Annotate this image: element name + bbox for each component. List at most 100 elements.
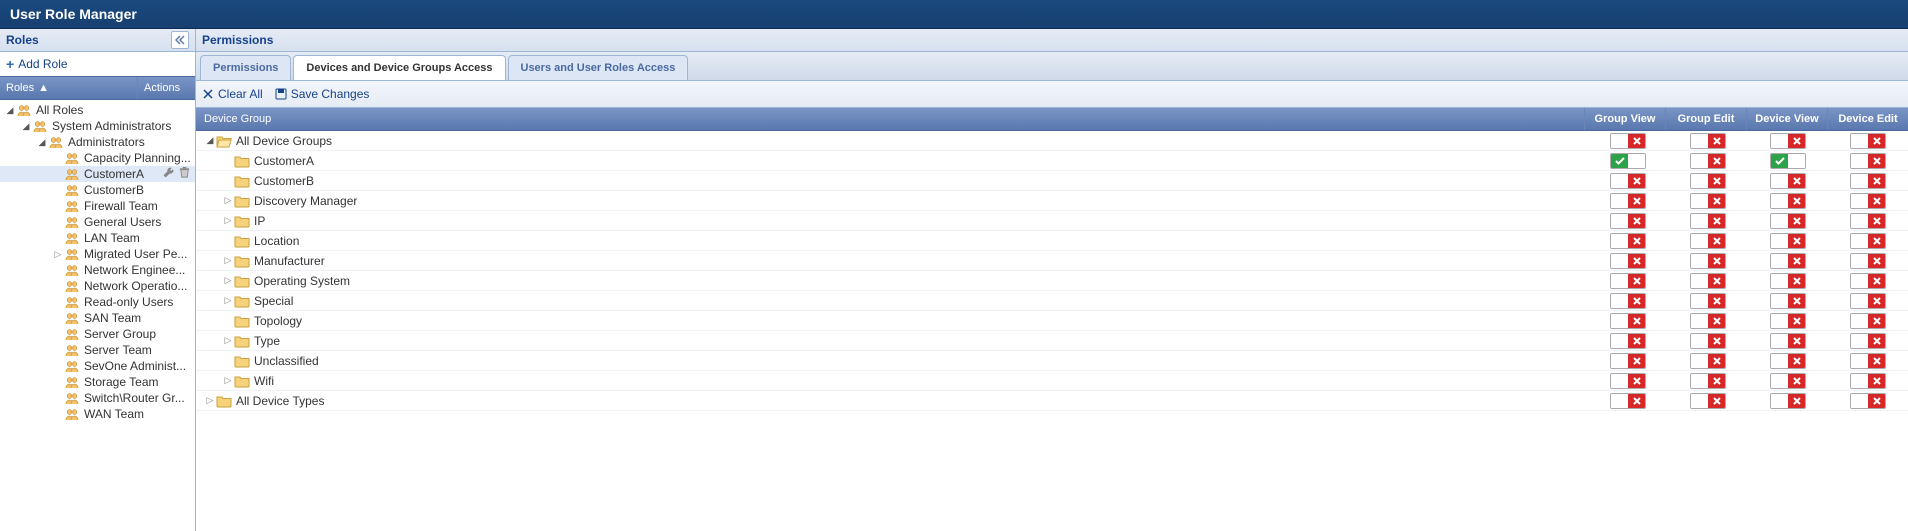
permission-toggle[interactable] (1690, 293, 1726, 309)
permission-toggle[interactable] (1850, 153, 1886, 169)
grid-row[interactable]: Topology (196, 311, 1908, 331)
permission-toggle[interactable] (1610, 173, 1646, 189)
permission-toggle[interactable] (1690, 393, 1726, 409)
permission-toggle[interactable] (1690, 273, 1726, 289)
tab[interactable]: Devices and Device Groups Access (293, 55, 505, 80)
permission-toggle[interactable] (1690, 193, 1726, 209)
role-tree-node[interactable]: Network Operatio... (0, 278, 195, 294)
role-tree-node[interactable]: General Users (0, 214, 195, 230)
permission-toggle[interactable] (1770, 293, 1806, 309)
permission-toggle[interactable] (1690, 313, 1726, 329)
clear-all-button[interactable]: Clear All (202, 87, 263, 101)
permission-toggle[interactable] (1850, 173, 1886, 189)
permission-toggle[interactable] (1610, 253, 1646, 269)
permission-toggle[interactable] (1770, 213, 1806, 229)
grid-col-perm[interactable]: Group Edit (1665, 108, 1746, 130)
grid-row[interactable]: ◢All Device Groups (196, 131, 1908, 151)
permission-toggle[interactable] (1690, 133, 1726, 149)
role-tree-node[interactable]: Server Team (0, 342, 195, 358)
permission-toggle[interactable] (1610, 193, 1646, 209)
permission-toggle[interactable] (1690, 373, 1726, 389)
role-tree-node[interactable]: Server Group (0, 326, 195, 342)
permission-toggle[interactable] (1770, 253, 1806, 269)
grid-col-name[interactable]: Device Group (196, 108, 1584, 130)
role-tree-node[interactable]: Switch\Router Gr... (0, 390, 195, 406)
tree-arrow-icon[interactable]: ▷ (222, 195, 234, 206)
tree-arrow-icon[interactable]: ▷ (222, 375, 234, 386)
grid-row[interactable]: ▷Wifi (196, 371, 1908, 391)
permission-toggle[interactable] (1850, 333, 1886, 349)
role-tree-node[interactable]: Firewall Team (0, 198, 195, 214)
permission-toggle[interactable] (1610, 233, 1646, 249)
permission-toggle[interactable] (1850, 313, 1886, 329)
permission-toggle[interactable] (1770, 273, 1806, 289)
grid-row[interactable]: Location (196, 231, 1908, 251)
permission-toggle[interactable] (1770, 193, 1806, 209)
permission-toggle[interactable] (1690, 353, 1726, 369)
grid-row[interactable]: ▷Manufacturer (196, 251, 1908, 271)
edit-role-button[interactable] (162, 166, 175, 183)
grid-row[interactable]: CustomerA (196, 151, 1908, 171)
tree-arrow-icon[interactable]: ◢ (204, 135, 216, 146)
grid-row[interactable]: Unclassified (196, 351, 1908, 371)
permission-toggle[interactable] (1690, 173, 1726, 189)
permission-toggle[interactable] (1770, 313, 1806, 329)
permission-toggle[interactable] (1850, 273, 1886, 289)
permission-toggle[interactable] (1690, 253, 1726, 269)
permission-toggle[interactable] (1610, 273, 1646, 289)
permission-toggle[interactable] (1770, 233, 1806, 249)
role-tree-node[interactable]: SevOne Administ... (0, 358, 195, 374)
permission-toggle[interactable] (1610, 133, 1646, 149)
grid-row[interactable]: ▷Operating System (196, 271, 1908, 291)
permission-toggle[interactable] (1610, 213, 1646, 229)
role-tree-node[interactable]: CustomerA (0, 166, 195, 182)
delete-role-button[interactable] (178, 166, 191, 183)
role-tree-node[interactable]: ▷Migrated User Pe... (0, 246, 195, 262)
grid-row[interactable]: CustomerB (196, 171, 1908, 191)
permission-toggle[interactable] (1770, 353, 1806, 369)
role-tree-node[interactable]: WAN Team (0, 406, 195, 422)
permission-toggle[interactable] (1850, 213, 1886, 229)
permission-toggle[interactable] (1610, 313, 1646, 329)
role-tree-node[interactable]: ◢System Administrators (0, 118, 195, 134)
permission-toggle[interactable] (1850, 353, 1886, 369)
role-tree-node[interactable]: SAN Team (0, 310, 195, 326)
grid-col-perm[interactable]: Device View (1746, 108, 1827, 130)
permission-toggle[interactable] (1850, 193, 1886, 209)
tree-arrow-icon[interactable]: ▷ (222, 215, 234, 226)
tree-arrow-icon[interactable]: ▷ (222, 255, 234, 266)
permission-toggle[interactable] (1850, 133, 1886, 149)
role-tree-node[interactable]: Network Enginee... (0, 262, 195, 278)
grid-col-perm[interactable]: Group View (1584, 108, 1665, 130)
tree-arrow-icon[interactable]: ▷ (204, 395, 216, 406)
role-tree-node[interactable]: LAN Team (0, 230, 195, 246)
permission-toggle[interactable] (1770, 393, 1806, 409)
collapse-sidebar-button[interactable] (171, 31, 189, 49)
permission-toggle[interactable] (1770, 373, 1806, 389)
tree-arrow-icon[interactable]: ◢ (20, 118, 32, 134)
permission-toggle[interactable] (1610, 353, 1646, 369)
roles-column-header[interactable]: Roles ▲ (0, 77, 137, 99)
permission-toggle[interactable] (1690, 333, 1726, 349)
tab[interactable]: Permissions (200, 55, 291, 80)
permission-toggle[interactable] (1610, 393, 1646, 409)
permission-toggle[interactable] (1610, 293, 1646, 309)
permission-toggle[interactable] (1610, 333, 1646, 349)
grid-row[interactable]: ▷Type (196, 331, 1908, 351)
permission-toggle[interactable] (1850, 233, 1886, 249)
grid-row[interactable]: ▷Special (196, 291, 1908, 311)
grid-row[interactable]: ▷Discovery Manager (196, 191, 1908, 211)
role-tree-node[interactable]: CustomerB (0, 182, 195, 198)
permission-toggle[interactable] (1770, 133, 1806, 149)
tree-arrow-icon[interactable]: ◢ (36, 134, 48, 150)
permission-toggle[interactable] (1850, 393, 1886, 409)
tree-arrow-icon[interactable]: ▷ (52, 246, 64, 262)
permission-toggle[interactable] (1770, 153, 1806, 169)
role-tree-node[interactable]: ◢Administrators (0, 134, 195, 150)
role-tree-node[interactable]: Read-only Users (0, 294, 195, 310)
tree-arrow-icon[interactable]: ◢ (4, 102, 16, 118)
permission-toggle[interactable] (1850, 373, 1886, 389)
role-tree-node[interactable]: ◢All Roles (0, 102, 195, 118)
save-changes-button[interactable]: Save Changes (275, 87, 370, 101)
permission-toggle[interactable] (1770, 333, 1806, 349)
